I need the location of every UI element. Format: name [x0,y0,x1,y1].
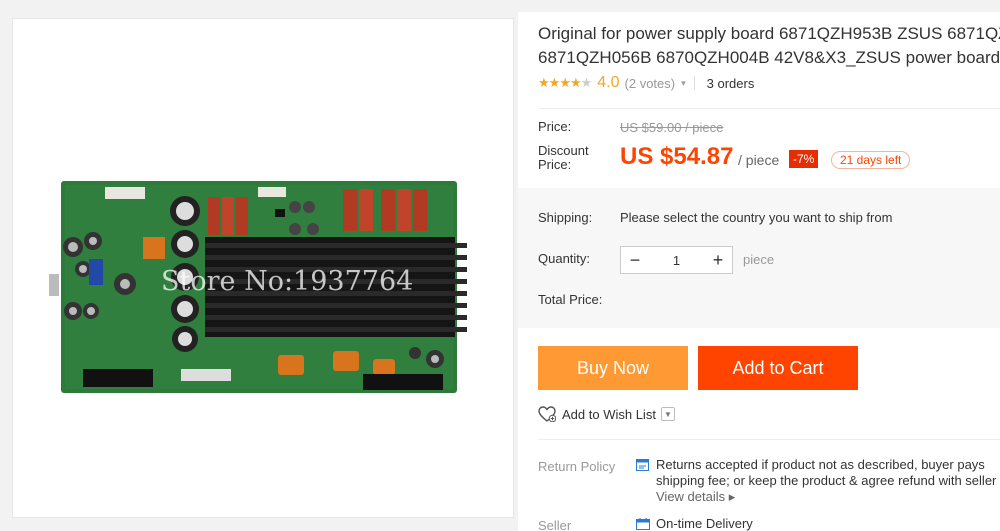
power-board-photo: Store No:1937764 [49,181,467,393]
delivery-icon [636,518,650,530]
return-policy-text: Returns accepted if product not as descr… [656,457,1000,505]
star-rating: ★★★★★ [538,75,593,91]
product-title-line2: 6871QZH056B 6870QZH004B 42V8&X3_ZSUS pow… [538,48,1000,67]
shipping-label: Shipping: [538,210,593,225]
orders-count: 3 orders [706,75,755,91]
return-policy-line2: shipping fee; or keep the product & agre… [656,473,997,488]
star-icon: ★ [559,75,571,90]
shipping-text: Please select the country you want to sh… [620,210,893,225]
increase-quantity-button[interactable]: + [704,247,732,273]
decrease-quantity-button[interactable]: − [621,247,649,273]
top-bar [0,0,1000,12]
rating-row: ★★★★★ 4.0 (2 votes) ▾ 3 orders [538,73,754,93]
star-icon: ★ [538,75,550,90]
seller-label: Seller [538,518,572,531]
heart-icon [538,406,556,422]
wish-list-label[interactable]: Add to Wish List [562,407,656,422]
discount-badge: -7% [789,150,819,168]
buy-now-button[interactable]: Buy Now [538,346,688,390]
product-detail: Original for power supply board 6871QZH9… [518,12,1000,531]
return-policy-label: Return Policy [538,459,616,474]
per-piece-unit: / piece [738,152,780,168]
quantity-unit: piece [743,252,775,267]
on-time-delivery: On-time Delivery [656,516,753,531]
divider [693,76,695,90]
days-left-badge: 21 days left [831,151,911,169]
view-details-link[interactable]: View details ▸ [656,489,1000,505]
add-to-wish-list[interactable]: Add to Wish List ▼ [538,406,675,422]
votes-link[interactable]: (2 votes) [625,76,676,91]
product-title: Original for power supply board 6871QZH9… [538,22,1000,70]
discount-price: US $54.87 [620,143,734,170]
rating-value: 4.0 [597,74,620,91]
product-title-line1: Original for power supply board 6871QZH9… [538,24,1000,43]
chevron-down-icon[interactable]: ▼ [660,407,675,421]
watermark-text: Store No:1937764 [161,266,413,297]
price-label: Price: [538,119,572,134]
total-price-label: Total Price: [538,292,603,307]
quantity-stepper: − 1 + [620,246,733,274]
discount-label-line1: Discount [538,143,589,158]
star-icon: ★ [548,75,561,90]
star-icon: ★ [569,75,582,90]
return-policy-line1: Returns accepted if product not as descr… [656,457,985,472]
quantity-label: Quantity: [538,251,591,266]
product-image[interactable]: Store No:1937764 [12,18,514,518]
chevron-down-icon[interactable]: ▾ [681,78,686,89]
discount-price-label: Discount Price: [538,144,589,172]
discount-label-line2: Price: [538,157,572,172]
divider [538,108,1000,109]
divider [538,439,1000,440]
star-icon: ★ [580,75,593,90]
original-price: US $59.00 / piece [620,120,724,135]
add-to-cart-button[interactable]: Add to Cart [698,346,858,390]
quantity-input[interactable]: 1 [649,253,704,268]
return-policy-icon [636,459,649,471]
